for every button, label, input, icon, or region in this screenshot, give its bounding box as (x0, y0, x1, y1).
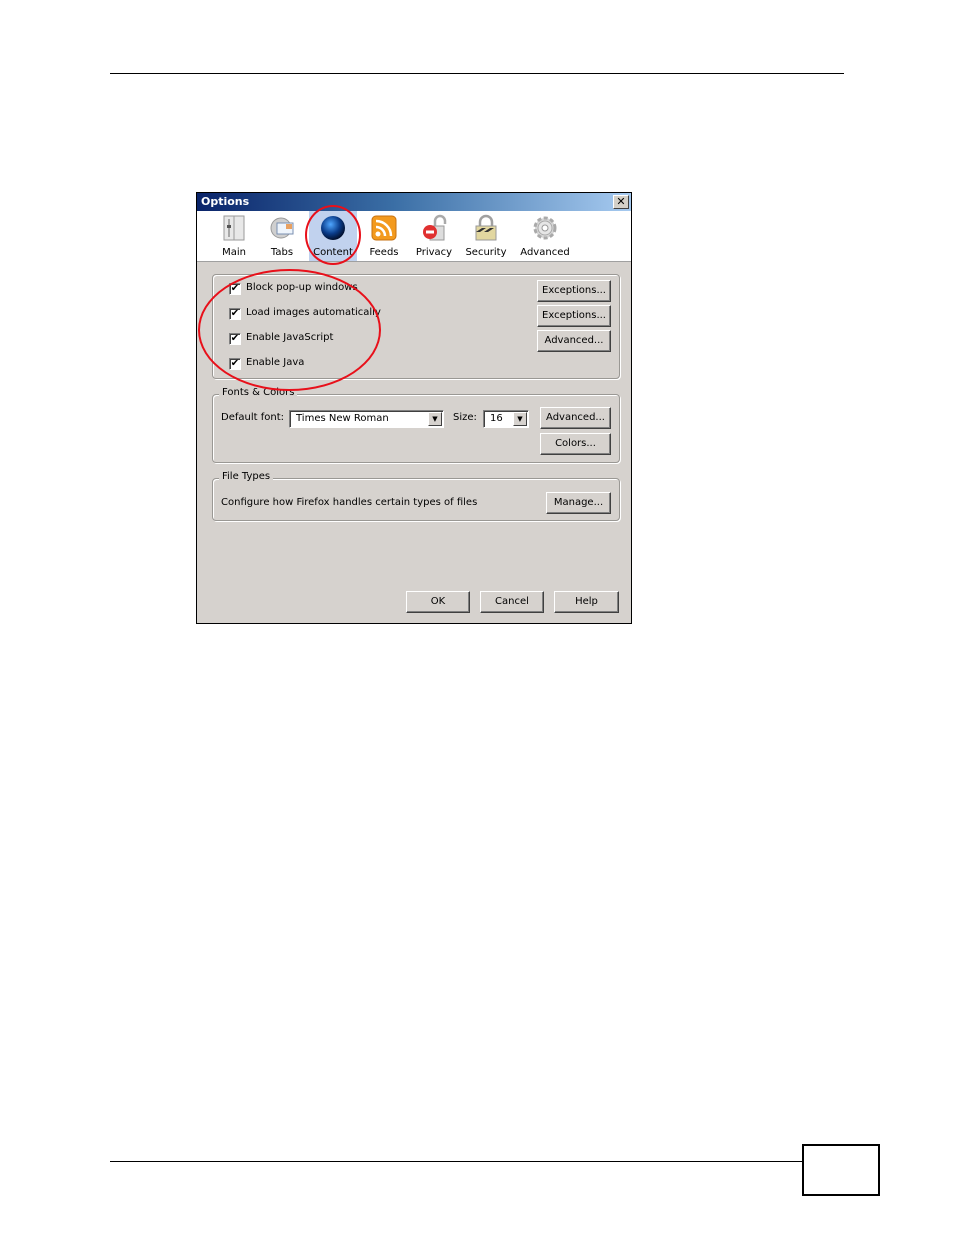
file-types-group: File Types Configure how Firefox handles… (212, 471, 620, 521)
tab-feeds-label: Feeds (369, 247, 399, 258)
close-button[interactable]: ✕ (613, 195, 629, 209)
page-footer-rule (110, 1161, 802, 1162)
page-header-rule (110, 73, 844, 74)
options-dialog: Options ✕ Main Tabs Content Feeds Privac… (196, 192, 632, 624)
chevron-down-icon[interactable]: ▼ (428, 412, 442, 426)
fonts-colors-legend: Fonts & Colors (219, 387, 298, 398)
pane-toolbar: Main Tabs Content Feeds Privacy Security… (197, 211, 631, 262)
content-globe-icon (321, 216, 345, 240)
popup-exceptions-button[interactable]: Exceptions... (537, 280, 611, 302)
size-label: Size: (453, 412, 477, 423)
chevron-down-icon[interactable]: ▼ (513, 412, 527, 426)
main-pane-icon (223, 215, 245, 241)
tab-tabs[interactable]: Tabs (263, 211, 301, 261)
enable-javascript-label: Enable JavaScript (246, 332, 334, 343)
checkbox-box[interactable]: ✔ (229, 333, 241, 345)
title-bar[interactable]: Options ✕ (197, 193, 631, 211)
page-number-box (802, 1144, 880, 1196)
checkbox-box[interactable]: ✔ (229, 358, 241, 370)
tab-advanced-label: Advanced (520, 247, 570, 258)
tabs-pane-icon (270, 217, 294, 239)
default-font-value: Times New Roman (296, 413, 389, 424)
enable-java-label: Enable Java (246, 357, 305, 368)
ok-button[interactable]: OK (406, 591, 470, 613)
tab-content[interactable]: Content (309, 211, 357, 261)
tab-security[interactable]: Security (463, 211, 509, 261)
load-images-label: Load images automatically (246, 307, 381, 318)
tab-advanced[interactable]: Advanced (517, 211, 573, 261)
tab-main[interactable]: Main (215, 211, 253, 261)
tab-feeds[interactable]: Feeds (365, 211, 403, 261)
tab-tabs-label: Tabs (270, 247, 294, 258)
content-options-group: ✔ Block pop-up windows ✔ Load images aut… (212, 274, 620, 379)
rss-feed-icon (371, 215, 397, 241)
colors-button[interactable]: Colors... (540, 433, 611, 455)
security-padlock-icon (475, 214, 497, 241)
tab-content-label: Content (313, 247, 353, 258)
cancel-button[interactable]: Cancel (480, 591, 544, 613)
block-popups-label: Block pop-up windows (246, 282, 358, 293)
advanced-gear-icon (533, 216, 557, 240)
file-types-description: Configure how Firefox handles certain ty… (221, 497, 478, 508)
manage-button[interactable]: Manage... (546, 492, 611, 514)
dialog-title: Options (201, 195, 250, 208)
checkbox-box[interactable]: ✔ (229, 308, 241, 320)
fonts-advanced-button[interactable]: Advanced... (540, 407, 611, 429)
tab-security-label: Security (465, 247, 507, 258)
javascript-advanced-button[interactable]: Advanced... (537, 330, 611, 352)
checkbox-box[interactable]: ✔ (229, 283, 241, 295)
font-size-value: 16 (490, 413, 503, 424)
privacy-lock-icon (423, 214, 447, 241)
tab-privacy-label: Privacy (415, 247, 453, 258)
font-size-select[interactable]: 16 ▼ (483, 410, 529, 428)
default-font-label: Default font: (221, 412, 284, 423)
fonts-colors-group: Fonts & Colors Default font: Times New R… (212, 387, 620, 463)
default-font-select[interactable]: Times New Roman ▼ (289, 410, 444, 428)
file-types-legend: File Types (219, 471, 274, 482)
tab-privacy[interactable]: Privacy (411, 211, 457, 261)
tab-main-label: Main (222, 247, 246, 258)
images-exceptions-button[interactable]: Exceptions... (537, 305, 611, 327)
help-button[interactable]: Help (554, 591, 619, 613)
